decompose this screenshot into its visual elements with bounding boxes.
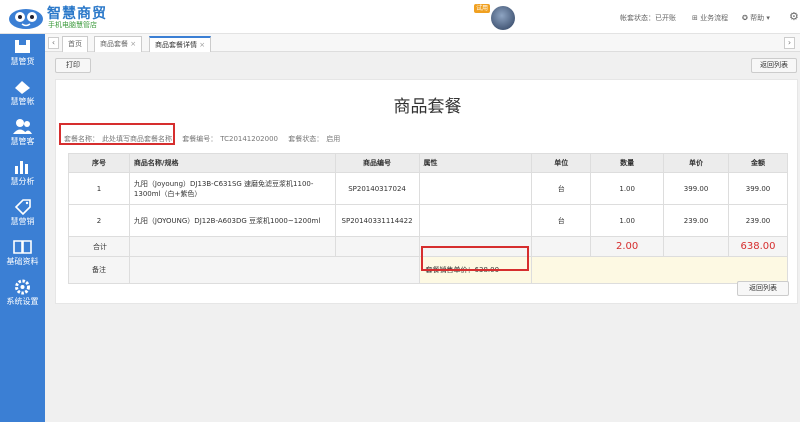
cell-price: 399.00 [663,172,729,205]
tab-label: 商品套餐 [100,40,128,48]
price-highlight-box [421,246,529,271]
tab-product-bundle-detail[interactable]: 商品套餐详情 × [149,36,212,52]
table-header-row: 序号 商品名称/规格 商品编号 属性 单位 数量 单价 金额 [68,153,788,173]
tab-strip: ‹ 首页 商品套餐 × 商品套餐详情 × › [45,34,800,52]
col-header-qty: 数量 [590,153,665,173]
back-to-list-bottom-button[interactable]: 返回列表 [737,281,789,296]
cell-code: SP20140317024 [334,172,420,205]
cell-code: SP20140331114422 [334,204,420,237]
note-label: 备注 [68,256,130,284]
note-value [128,256,420,284]
trial-badge: 试用 [474,4,491,13]
sidebar-item-label: 慧管货 [10,57,35,66]
tab-home[interactable]: 首页 [62,36,88,52]
col-header-price: 单价 [663,153,729,173]
tab-scroll-left-button[interactable]: ‹ [48,37,59,49]
flow-label: 业务流程 [700,14,729,22]
tab-label: 首页 [68,40,82,48]
flow-icon: ⊞ [692,14,698,22]
total-label: 合计 [68,236,130,257]
bundle-status-value: 启用 [326,135,341,143]
cell-name: 九阳（JOYOUNG）DJ12B-A603DG 豆浆机1000~1200ml [128,204,336,237]
sidebar-item-customers[interactable]: 慧管客 [0,114,45,154]
sidebar-item-label: 慧营销 [10,217,35,226]
page-title: 商品套餐 [393,97,462,117]
cell-amount: 239.00 [728,204,788,237]
sidebar-item-label: 慧分析 [10,177,35,186]
cell-unit: 台 [531,204,592,237]
sidebar-item-label: 慧管客 [10,137,35,146]
bundle-code-value: TC20141202000 [220,135,278,143]
chevron-down-icon: ▾ [766,14,770,22]
cell-empty [128,236,336,257]
back-to-list-button[interactable]: 返回列表 [751,58,797,73]
total-amount: 638.00 [728,236,788,257]
account-status: 帐套状态：已开账 [620,14,676,22]
help-menu[interactable]: ✪ 帮助 ▾ [742,13,770,23]
gear-icon[interactable]: ⚙ [789,10,799,23]
sidebar-item-system-settings[interactable]: 系统设置 [0,274,45,314]
note-filler [531,256,788,284]
bundle-code-label: 套餐编号： [182,135,218,143]
close-icon[interactable]: × [130,40,136,48]
business-flow-link[interactable]: ⊞ 业务流程 [692,13,728,23]
sidebar-item-marketing[interactable]: 慧营销 [0,194,45,234]
sidebar-item-goods[interactable]: 慧管货 [0,34,45,74]
sidebar-item-label: 系统设置 [6,297,39,306]
cell-no: 2 [68,204,130,237]
bundle-status-label: 套餐状态： [288,135,324,143]
avatar[interactable] [491,6,515,30]
tab-product-bundle[interactable]: 商品套餐 × [94,36,143,52]
cell-qty: 1.00 [590,172,665,205]
cell-empty [663,236,729,257]
cell-price: 239.00 [663,204,729,237]
col-header-unit: 单位 [531,153,592,173]
table-row: 2 九阳（JOYOUNG）DJ12B-A603DG 豆浆机1000~1200ml… [68,204,788,237]
col-header-attr: 属性 [418,153,533,173]
cell-empty [531,236,592,257]
total-qty: 2.00 [590,236,665,257]
marketing-icon [14,199,31,216]
col-header-code: 商品编号 [334,153,420,173]
basic-data-icon [13,240,32,254]
cell-attr [418,172,533,205]
help-label: 帮助 [750,14,765,22]
name-highlight-box [59,123,175,145]
cell-amount: 399.00 [728,172,788,205]
analytics-icon [15,161,28,174]
sidebar: 慧管货 慧管帐 慧管客 慧分析 慧营销 基础资料 系统设置 [0,34,45,422]
customers-icon [13,119,32,134]
cell-no: 1 [68,172,130,205]
goods-icon [15,40,30,53]
cell-empty [334,236,420,257]
ledger-icon [15,81,30,94]
top-bar: 智慧商贸 手机电脑慧管店 试用 帐套状态：已开账 ⊞ 业务流程 ✪ 帮助 ▾ ⚙ [0,0,800,34]
cell-attr [418,204,533,237]
system-settings-icon [15,279,30,295]
close-icon[interactable]: × [199,41,205,49]
brand-subtitle: 手机电脑慧管店 [48,21,97,29]
sidebar-item-ledger[interactable]: 慧管帐 [0,74,45,114]
tab-label: 商品套餐详情 [155,41,197,49]
sidebar-item-label: 基础资料 [6,257,39,266]
cell-qty: 1.00 [590,204,665,237]
logo-icon [9,9,43,29]
cell-name: 九阳（Joyoung）DJ13B-C631SG 速磨免滤豆浆机1100-1300… [128,172,336,205]
sidebar-item-analytics[interactable]: 慧分析 [0,154,45,194]
cell-unit: 台 [531,172,592,205]
col-header-name: 商品名称/规格 [128,153,336,173]
col-header-no: 序号 [68,153,130,173]
col-header-amount: 金额 [728,153,788,173]
table-row: 1 九阳（Joyoung）DJ13B-C631SG 速磨免滤豆浆机1100-13… [68,172,788,205]
print-button[interactable]: 打印 [55,58,91,73]
tab-scroll-right-button[interactable]: › [784,37,795,49]
help-icon: ✪ [742,14,748,22]
sidebar-item-label: 慧管帐 [10,97,35,106]
sidebar-item-basic-data[interactable]: 基础资料 [0,234,45,274]
